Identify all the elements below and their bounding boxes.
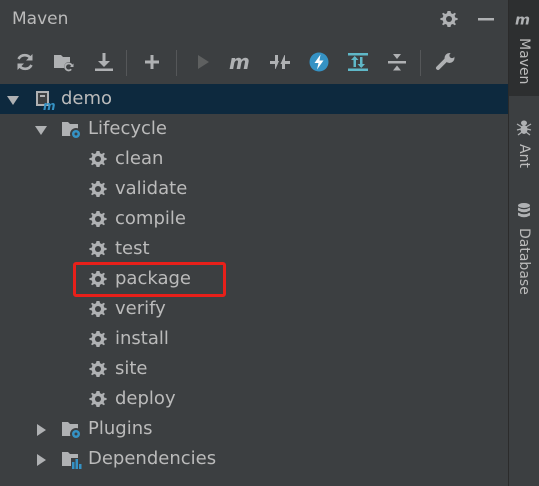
lifecycle-goal-clean[interactable]: clean — [0, 144, 508, 174]
goal-label: clean — [115, 148, 164, 169]
maven-tool-window: Maven m m demo Lifecycle clean validate … — [0, 0, 508, 486]
goal-label: validate — [115, 178, 188, 199]
goal-label: test — [115, 238, 150, 259]
goal-label: deploy — [115, 388, 176, 409]
right-tool-stripe: m Maven Ant Database — [508, 0, 539, 486]
gear-icon — [88, 239, 108, 259]
lightning-icon[interactable] — [305, 48, 333, 76]
maven-toolbar: m — [0, 42, 508, 80]
maven-project-icon: m — [35, 89, 56, 113]
lifecycle-goal-validate[interactable]: validate — [0, 174, 508, 204]
tab-label: Maven — [516, 38, 532, 85]
tree-label-lifecycle: Lifecycle — [88, 118, 167, 139]
maven-m-icon[interactable]: m — [227, 48, 255, 76]
tab-database[interactable]: Database — [509, 196, 539, 306]
svg-text:m: m — [515, 12, 530, 28]
gear-icon — [88, 329, 108, 349]
svg-text:m: m — [229, 51, 250, 73]
collapse-icon[interactable] — [383, 48, 411, 76]
minimize-icon[interactable] — [474, 6, 498, 32]
tree-label-plugins: Plugins — [88, 418, 153, 439]
tab-label: Database — [516, 228, 532, 295]
lifecycle-goal-verify[interactable]: verify — [0, 294, 508, 324]
tab-label: Ant — [516, 144, 532, 168]
lifecycle-goal-compile[interactable]: compile — [0, 204, 508, 234]
goal-label: site — [115, 358, 148, 379]
gear-icon — [88, 389, 108, 409]
svg-text:m: m — [43, 99, 56, 111]
goal-label: compile — [115, 208, 186, 229]
collapsed-arrow-icon[interactable] — [34, 422, 48, 436]
highlight-box — [73, 262, 226, 297]
tab-maven[interactable]: m Maven — [509, 0, 539, 96]
database-icon — [515, 202, 533, 220]
lifecycle-goal-test[interactable]: test — [0, 234, 508, 264]
ant-icon — [515, 118, 533, 136]
panel-title: Maven — [12, 9, 69, 29]
tree-node-dependencies[interactable]: Dependencies — [0, 444, 508, 474]
refresh-icon[interactable] — [11, 48, 39, 76]
download-icon[interactable] — [90, 48, 118, 76]
wrench-icon[interactable] — [432, 48, 460, 76]
gear-icon — [88, 209, 108, 229]
gear-icon — [88, 149, 108, 169]
plugins-folder-icon — [61, 419, 82, 440]
tree-node-lifecycle[interactable]: Lifecycle — [0, 114, 508, 144]
run-icon[interactable] — [189, 48, 217, 76]
tab-ant[interactable]: Ant — [509, 112, 539, 184]
gear-icon — [88, 179, 108, 199]
tree-node-plugins[interactable]: Plugins — [0, 414, 508, 444]
gear-icon — [88, 299, 108, 319]
lifecycle-goal-install[interactable]: install — [0, 324, 508, 354]
lifecycle-folder-icon — [61, 119, 82, 140]
expand-arrow-icon[interactable] — [6, 92, 20, 106]
plus-icon[interactable] — [138, 48, 166, 76]
offline-icon[interactable] — [266, 48, 294, 76]
gear-icon[interactable] — [437, 6, 461, 32]
tree-label-demo: demo — [61, 88, 113, 109]
panel-header: Maven — [0, 0, 508, 38]
dependencies-icon[interactable] — [344, 48, 372, 76]
gear-icon — [88, 359, 108, 379]
tree-node-demo[interactable]: m demo — [0, 84, 508, 114]
collapsed-arrow-icon[interactable] — [34, 452, 48, 466]
goal-label: install — [115, 328, 169, 349]
tree-label-dependencies: Dependencies — [88, 448, 217, 469]
dependencies-folder-icon — [61, 449, 82, 469]
folder-refresh-icon[interactable] — [50, 48, 78, 76]
lifecycle-goal-site[interactable]: site — [0, 354, 508, 384]
expand-arrow-icon[interactable] — [34, 122, 48, 136]
maven-m-icon: m — [515, 10, 533, 28]
goal-label: verify — [115, 298, 166, 319]
lifecycle-goal-deploy[interactable]: deploy — [0, 384, 508, 414]
